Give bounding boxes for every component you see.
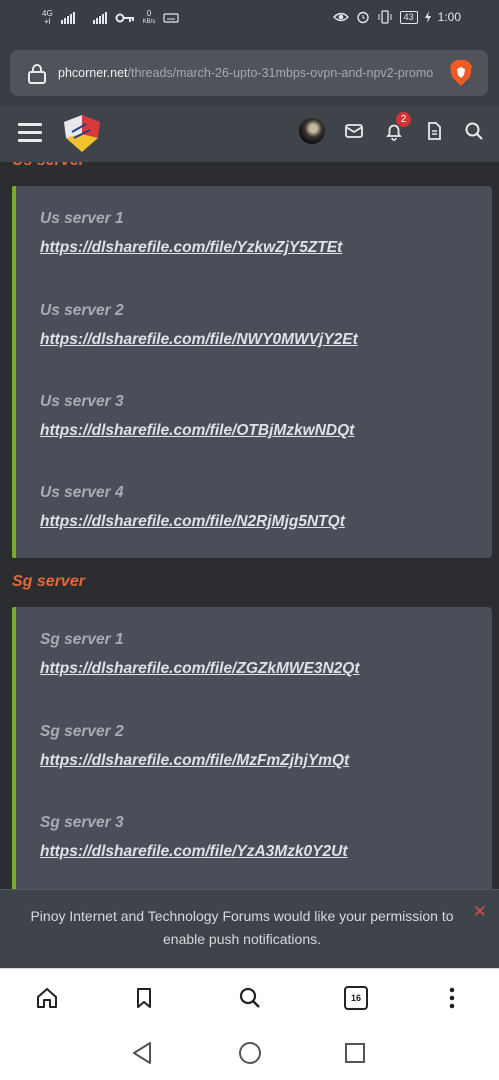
list-item: Us server 2 https://dlsharefile.com/file… bbox=[40, 302, 358, 349]
eye-icon bbox=[332, 12, 349, 22]
server-link[interactable]: https://dlsharefile.com/file/YzkwZjY5ZTE… bbox=[40, 239, 342, 257]
server-link[interactable]: https://dlsharefile.com/file/ZGZkMWE3N2Q… bbox=[40, 660, 360, 678]
server-label: Sg server 3 bbox=[40, 814, 124, 831]
document-icon[interactable] bbox=[423, 120, 445, 142]
charging-icon bbox=[424, 11, 431, 23]
push-permission-text: Pinoy Internet and Technology Forums wou… bbox=[30, 908, 454, 947]
server-link[interactable]: https://dlsharefile.com/file/OTBjMzkwNDQ… bbox=[40, 422, 354, 440]
section-title-sg: Sg server bbox=[12, 573, 85, 590]
server-label: Us server 1 bbox=[40, 210, 124, 227]
section-title-us: Us server bbox=[12, 162, 85, 170]
vibrate-icon bbox=[378, 10, 392, 24]
clock: 1:00 bbox=[437, 10, 461, 24]
server-link[interactable]: https://dlsharefile.com/file/YzA3Mzk0Y2U… bbox=[40, 843, 348, 861]
bookmark-icon[interactable] bbox=[132, 986, 156, 1010]
keyboard-icon bbox=[163, 13, 179, 23]
network-speed: 0 KB/s bbox=[142, 9, 156, 26]
notification-badge: 2 bbox=[396, 112, 411, 127]
quote-box-sg: Sg server 1 https://dlsharefile.com/file… bbox=[12, 607, 492, 890]
close-icon[interactable]: ✕ bbox=[473, 902, 487, 922]
back-icon[interactable] bbox=[131, 1041, 153, 1065]
signal-1-icon bbox=[60, 12, 75, 24]
browser-address-area: phcorner.net/threads/march-26-upto-31mbp… bbox=[0, 38, 499, 106]
push-permission-banner: Pinoy Internet and Technology Forums wou… bbox=[0, 889, 499, 969]
menu-icon[interactable] bbox=[18, 123, 42, 143]
status-bar: 4G +l 0 KB/s 43 1:00 bbox=[0, 0, 499, 38]
list-item: Sg server 1 https://dlsharefile.com/file… bbox=[40, 631, 360, 678]
server-link[interactable]: https://dlsharefile.com/file/NWY0MWVjY2E… bbox=[40, 331, 358, 349]
post-content: Us server Us server 1 https://dlsharefil… bbox=[0, 162, 499, 890]
address-bar[interactable]: phcorner.net/threads/march-26-upto-31mbp… bbox=[10, 50, 488, 96]
list-item: Us server 4 https://dlsharefile.com/file… bbox=[40, 484, 345, 531]
url-text[interactable]: phcorner.net/threads/march-26-upto-31mbp… bbox=[58, 66, 434, 80]
server-link[interactable]: https://dlsharefile.com/file/N2RjMjg5NTQ… bbox=[40, 513, 345, 531]
server-label: Us server 3 bbox=[40, 393, 124, 410]
server-label: Us server 2 bbox=[40, 302, 124, 319]
home-icon[interactable] bbox=[35, 986, 59, 1010]
signal-2-icon bbox=[92, 12, 107, 24]
tabs-button[interactable]: 16 bbox=[344, 986, 368, 1010]
server-link[interactable]: https://dlsharefile.com/file/MzFmZjhjYmQ… bbox=[40, 752, 349, 770]
list-item: Us server 1 https://dlsharefile.com/file… bbox=[40, 210, 342, 257]
browser-toolbar: 16 bbox=[0, 968, 499, 1027]
search-icon[interactable] bbox=[238, 986, 262, 1010]
battery-indicator: 43 bbox=[399, 10, 418, 24]
phcorner-logo[interactable] bbox=[60, 112, 104, 156]
mail-icon[interactable] bbox=[343, 120, 365, 142]
user-avatar[interactable] bbox=[299, 118, 325, 144]
server-label: Us server 4 bbox=[40, 484, 124, 501]
notifications-button[interactable]: 2 bbox=[383, 112, 411, 142]
alarm-icon bbox=[356, 11, 369, 24]
server-label: Sg server 1 bbox=[40, 631, 124, 648]
list-item: Us server 3 https://dlsharefile.com/file… bbox=[40, 393, 354, 440]
recents-icon[interactable] bbox=[344, 1042, 366, 1064]
search-icon[interactable] bbox=[463, 120, 485, 142]
more-options-icon[interactable] bbox=[440, 986, 464, 1010]
network-type-indicator: 4G +l bbox=[42, 9, 53, 26]
list-item: Sg server 2 https://dlsharefile.com/file… bbox=[40, 723, 349, 770]
list-item: Sg server 3 https://dlsharefile.com/file… bbox=[40, 814, 348, 861]
brave-shields-icon[interactable] bbox=[448, 59, 474, 87]
system-navigation-bar bbox=[0, 1026, 499, 1080]
server-label: Sg server 2 bbox=[40, 723, 124, 740]
home-circle-icon[interactable] bbox=[238, 1041, 262, 1065]
site-header: 2 bbox=[0, 106, 499, 162]
quote-box-us: Us server 1 https://dlsharefile.com/file… bbox=[12, 186, 492, 558]
lock-icon[interactable] bbox=[26, 62, 48, 84]
vpn-key-icon bbox=[115, 13, 134, 23]
